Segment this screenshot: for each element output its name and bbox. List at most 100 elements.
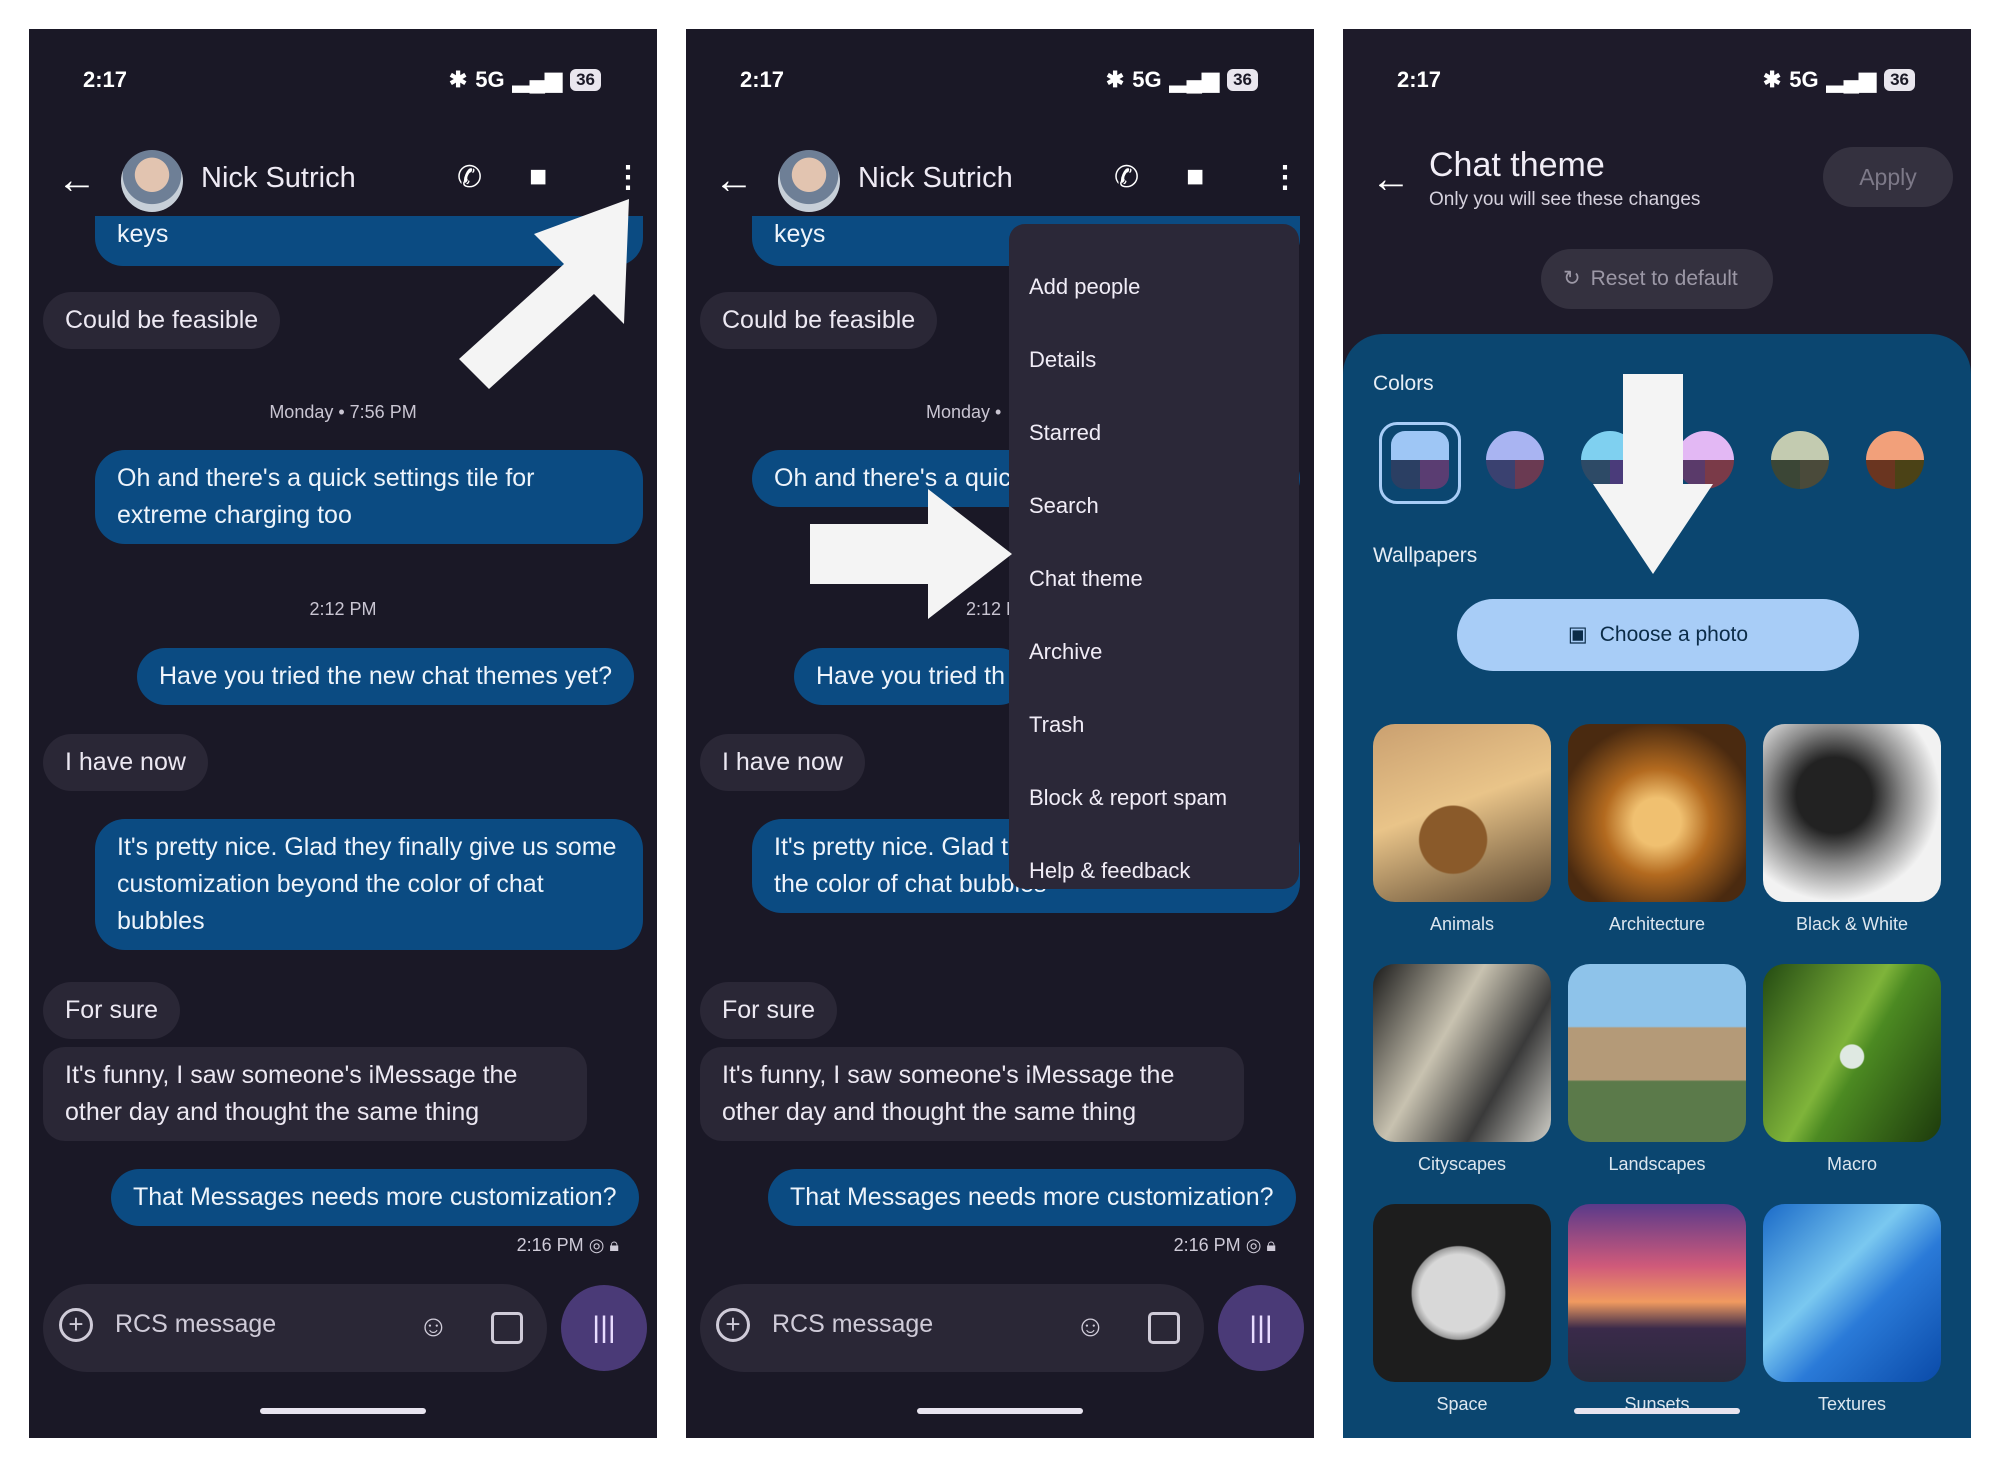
message-bubble-in[interactable]: Could be feasible: [700, 292, 938, 349]
message-bubble-in[interactable]: For sure: [700, 982, 838, 1039]
home-indicator: [260, 1408, 426, 1414]
wallpaper-tile-black-white[interactable]: [1763, 724, 1941, 902]
reset-icon: ↻: [1563, 267, 1581, 290]
message-bubble-out[interactable]: Have you tried the new chat themes yet?: [137, 648, 635, 705]
message-input[interactable]: RCS message: [115, 1310, 276, 1339]
network-label: 5G: [1789, 67, 1819, 92]
wallpaper-tile-landscapes[interactable]: [1568, 964, 1746, 1142]
wallpaper-label: Textures: [1817, 1394, 1887, 1414]
read-receipt-icon: ◎: [1245, 1235, 1262, 1255]
color-swatch[interactable]: [1771, 431, 1829, 489]
signal-icon: ▂▄▆: [512, 67, 563, 92]
status-time: 2:17: [740, 67, 785, 92]
avatar[interactable]: [778, 150, 840, 212]
more-vert-icon[interactable]: ⋮: [1270, 160, 1300, 195]
message-meta: 2:16 PM ◎ 🔒︎: [1173, 1235, 1276, 1255]
page-title: Chat theme: [1429, 146, 1605, 184]
wallpaper-label: Animals: [1429, 914, 1495, 934]
lock-icon: 🔒︎: [1266, 1235, 1276, 1255]
menu-item-starred[interactable]: Starred: [1029, 420, 1101, 446]
menu-item-search[interactable]: Search: [1029, 493, 1099, 519]
phone-screen-chat-theme: 2:17 ✱ 5G ▂▄▆ 36 ← Chat theme Only you will…: [1343, 29, 1971, 1438]
message-bubble-out[interactable]: That Messages needs more customization?: [111, 1169, 639, 1226]
message-bubble-in[interactable]: It's funny, I saw someone's iMessage the…: [700, 1047, 1244, 1141]
wallpaper-tile-cityscapes[interactable]: [1373, 964, 1551, 1142]
emoji-icon[interactable]: ☺: [418, 1310, 449, 1344]
color-swatch[interactable]: [1391, 431, 1449, 489]
add-icon[interactable]: +: [59, 1308, 93, 1342]
wallpaper-label: Black & White: [1795, 914, 1909, 934]
message-bubble-out[interactable]: That Messages needs more customization?: [768, 1169, 1296, 1226]
menu-item-chat-theme[interactable]: Chat theme: [1029, 566, 1143, 592]
wallpaper-label: Architecture: [1608, 914, 1706, 934]
bluetooth-icon: ✱: [1105, 67, 1125, 92]
arrow-pointer-icon: [810, 489, 1012, 619]
signal-icon: ▂▄▆: [1169, 67, 1220, 92]
message-bubble-in[interactable]: I have now: [700, 734, 865, 791]
menu-item-add-people[interactable]: Add people: [1029, 274, 1140, 300]
video-icon[interactable]: ■: [1186, 160, 1204, 194]
read-receipt-icon: ◎: [588, 1235, 605, 1255]
contact-name[interactable]: Nick Sutrich: [201, 162, 356, 195]
add-icon[interactable]: +: [716, 1308, 750, 1342]
timestamp: Monday • 7:56 PM: [269, 402, 417, 422]
message-bubble-out[interactable]: Have you tried th: [794, 648, 1027, 705]
message-bubble-out[interactable]: Oh and there's a quick settings tile for…: [95, 450, 643, 544]
network-label: 5G: [475, 67, 505, 92]
compose-bar: + RCS message ☺: [700, 1284, 1204, 1372]
photo-library-icon: ▣: [1567, 623, 1588, 646]
lock-icon: 🔒︎: [609, 1235, 619, 1255]
apply-button[interactable]: Apply: [1823, 147, 1953, 207]
menu-item-trash[interactable]: Trash: [1029, 712, 1084, 738]
back-arrow-icon[interactable]: ←: [714, 160, 754, 200]
phone-icon[interactable]: ✆: [1114, 160, 1139, 195]
timestamp: 2:12 PM: [309, 599, 377, 619]
overflow-menu: Add people Details Starred Search Chat t…: [1009, 224, 1299, 889]
network-label: 5G: [1132, 67, 1162, 92]
voice-icon[interactable]: |||: [561, 1285, 647, 1371]
reset-button[interactable]: ↻ Reset to default: [1541, 249, 1773, 309]
message-bubble-in[interactable]: I have now: [43, 734, 208, 791]
wallpaper-tile-architecture[interactable]: [1568, 724, 1746, 902]
message-bubble-in[interactable]: For sure: [43, 982, 181, 1039]
phone-screen-conversation: 2:17 ✱ 5G ▂▄▆ 36 ← Nick Sutrich ✆ ■ ⋮ keys …: [29, 29, 657, 1438]
arrow-pointer-icon: [459, 199, 629, 389]
wallpaper-label: Landscapes: [1608, 1154, 1706, 1174]
avatar[interactable]: [121, 150, 183, 212]
color-swatch[interactable]: [1866, 431, 1924, 489]
back-arrow-icon[interactable]: ←: [1371, 159, 1411, 199]
wallpaper-tile-macro[interactable]: [1763, 964, 1941, 1142]
page-subtitle: Only you will see these changes: [1429, 189, 1701, 210]
wallpaper-tile-animals[interactable]: [1373, 724, 1551, 902]
color-swatch[interactable]: [1486, 431, 1544, 489]
status-time: 2:17: [83, 67, 128, 92]
menu-item-help-feedback[interactable]: Help & feedback: [1029, 858, 1190, 884]
compose-bar: + RCS message ☺: [43, 1284, 547, 1372]
message-bubble-in[interactable]: Could be feasible: [43, 292, 281, 349]
image-icon[interactable]: [1148, 1312, 1180, 1344]
contact-name[interactable]: Nick Sutrich: [858, 162, 1013, 195]
image-icon[interactable]: [491, 1312, 523, 1344]
back-arrow-icon[interactable]: ←: [57, 160, 97, 200]
menu-item-block-report[interactable]: Block & report spam: [1029, 785, 1227, 811]
message-input[interactable]: RCS message: [772, 1310, 933, 1339]
voice-icon[interactable]: |||: [1218, 1285, 1304, 1371]
menu-item-details[interactable]: Details: [1029, 347, 1096, 373]
home-indicator: [1574, 1408, 1740, 1414]
emoji-icon[interactable]: ☺: [1075, 1310, 1106, 1344]
wallpaper-tile-sunsets[interactable]: [1568, 1204, 1746, 1382]
choose-photo-button[interactable]: ▣ Choose a photo: [1457, 599, 1859, 671]
message-bubble-in[interactable]: It's funny, I saw someone's iMessage the…: [43, 1047, 587, 1141]
wallpaper-tile-textures[interactable]: [1763, 1204, 1941, 1382]
menu-item-archive[interactable]: Archive: [1029, 639, 1102, 665]
wallpaper-label: Cityscapes: [1417, 1154, 1507, 1174]
status-bar: 2:17 ✱ 5G ▂▄▆ 36: [29, 67, 657, 103]
bluetooth-icon: ✱: [448, 67, 468, 92]
home-indicator: [917, 1408, 1083, 1414]
bluetooth-icon: ✱: [1762, 67, 1782, 92]
battery-level: 36: [1884, 69, 1915, 91]
wallpaper-tile-space[interactable]: [1373, 1204, 1551, 1382]
message-meta: 2:16 PM ◎ 🔒︎: [516, 1235, 619, 1255]
message-bubble-out[interactable]: It's pretty nice. Glad they finally give…: [95, 819, 643, 950]
wallpaper-label: Space: [1436, 1394, 1488, 1414]
